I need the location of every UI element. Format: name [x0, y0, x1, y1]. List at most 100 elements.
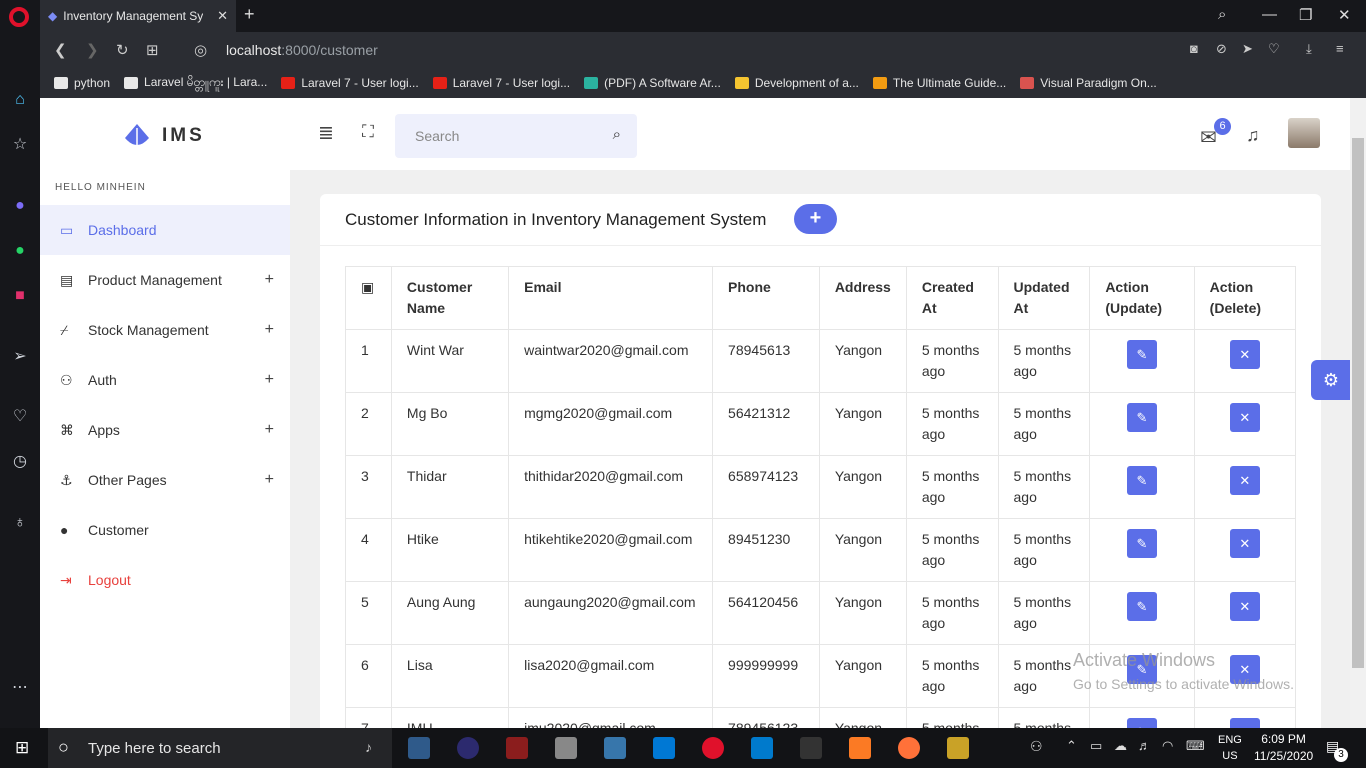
menu-lines-icon[interactable]: ≡	[1336, 41, 1344, 56]
language-indicator[interactable]: ENG US	[1218, 732, 1242, 764]
cloud-icon[interactable]: ☁	[1114, 738, 1127, 754]
page-scrollbar[interactable]	[1350, 98, 1366, 728]
netbeans-icon[interactable]	[408, 737, 430, 759]
heart-icon[interactable]: ♡	[1268, 41, 1280, 57]
windows-start-icon[interactable]: ⊞	[15, 738, 29, 758]
browser-search-icon[interactable]: ⌕	[1218, 6, 1226, 23]
delete-button[interactable]: ✕	[1229, 466, 1260, 495]
sidebar-item-other-pages[interactable]: ⚓ Other Pages +	[40, 455, 290, 505]
add-customer-button[interactable]: +	[794, 204, 837, 234]
wifi-icon[interactable]: ◠	[1162, 738, 1173, 754]
sidebar-item-customer[interactable]: ● Customer	[40, 505, 290, 555]
bookmark-item[interactable]: Laravel 7 - User logi...	[432, 76, 570, 90]
send-icon[interactable]: ➤	[1242, 41, 1253, 57]
edit-button[interactable]: ✎	[1126, 403, 1157, 432]
taskbar-clock[interactable]: 6:09 PM 11/25/2020	[1254, 731, 1313, 765]
opera-logo-icon[interactable]	[9, 7, 29, 27]
tab-close-icon[interactable]: ✕	[217, 8, 228, 24]
settings-gear-button[interactable]: ⚙	[1311, 360, 1350, 400]
keyboard-icon[interactable]: ⌨	[1186, 738, 1205, 754]
delete-button[interactable]: ✕	[1229, 529, 1260, 558]
delete-button[interactable]: ✕	[1229, 403, 1260, 432]
people-icon[interactable]: ⚇	[1030, 738, 1043, 755]
delete-button[interactable]: ✕	[1229, 592, 1260, 621]
python-icon[interactable]	[604, 737, 626, 759]
whatsapp-icon[interactable]: ●	[10, 241, 30, 261]
instagram-icon[interactable]: ■	[10, 286, 30, 306]
bookmark-item[interactable]: The Ultimate Guide...	[872, 76, 1006, 90]
app-logo[interactable]: IMS	[122, 122, 205, 150]
cell-no: 1	[345, 329, 392, 393]
url-field[interactable]: localhost:8000/customer	[226, 42, 378, 58]
edit-button[interactable]: ✎	[1126, 529, 1157, 558]
lightbulb-icon[interactable]: ♁	[10, 513, 30, 533]
maximize-icon[interactable]: ❐	[1299, 6, 1312, 24]
forward-icon[interactable]: ❯	[86, 41, 99, 59]
edit-button[interactable]: ✎	[1126, 466, 1157, 495]
download-icon[interactable]: ⤓	[1306, 41, 1312, 57]
minimize-icon[interactable]: —	[1262, 6, 1277, 23]
opera-taskbar-icon[interactable]	[702, 737, 724, 759]
flow-icon[interactable]: ➢	[10, 347, 30, 367]
bookmark-item[interactable]: Laravel မိတ္တူကူး | Lara...	[124, 74, 267, 92]
expand-plus-icon[interactable]: +	[265, 371, 274, 389]
microphone-icon[interactable]: ♪	[365, 739, 372, 755]
adblock-icon[interactable]: ⊘	[1216, 41, 1227, 57]
bookmark-item[interactable]: python	[54, 76, 110, 90]
expand-plus-icon[interactable]: +	[265, 321, 274, 339]
back-icon[interactable]: ❮	[54, 41, 67, 59]
edit-button[interactable]: ✎	[1126, 592, 1157, 621]
network-app-icon[interactable]	[506, 737, 528, 759]
eclipse-icon[interactable]	[457, 737, 479, 759]
bookmark-item[interactable]: Development of a...	[734, 76, 859, 90]
expand-plus-icon[interactable]: +	[265, 271, 274, 289]
mysql-icon[interactable]	[800, 737, 822, 759]
firefox-icon[interactable]	[898, 737, 920, 759]
edit-button[interactable]: ✎	[1126, 340, 1157, 369]
bookmark-item[interactable]: Laravel 7 - User logi...	[281, 76, 419, 90]
delete-button[interactable]: ✕	[1229, 340, 1260, 369]
new-tab-button[interactable]: +	[244, 4, 255, 25]
tray-chevron-icon[interactable]: ⌃	[1066, 738, 1077, 754]
expand-plus-icon[interactable]: +	[265, 471, 274, 489]
edit-button[interactable]: ✎	[1126, 718, 1157, 728]
reload-icon[interactable]: ↻	[116, 41, 129, 59]
avatar[interactable]	[1288, 118, 1320, 148]
hamburger-icon[interactable]: ≣	[318, 122, 334, 145]
expand-plus-icon[interactable]: +	[265, 421, 274, 439]
sidebar-item-dashboard[interactable]: ▭ Dashboard	[40, 205, 290, 255]
sidebar-item-product-management[interactable]: ▤ Product Management +	[40, 255, 290, 305]
scrollbar-thumb[interactable]	[1352, 138, 1364, 668]
camera-icon[interactable]: ◙	[1190, 41, 1198, 56]
vscode-icon[interactable]	[751, 737, 773, 759]
sidebar-item-stock-management[interactable]: ⌿ Stock Management +	[40, 305, 290, 355]
search-input[interactable]	[395, 114, 585, 158]
more-icon[interactable]: ⋯	[10, 678, 30, 698]
database-icon[interactable]	[555, 737, 577, 759]
browser-tab[interactable]: ◆ Inventory Management Sys ✕	[40, 0, 236, 32]
speed-dial-icon[interactable]: ⊞	[146, 41, 159, 59]
delete-button[interactable]: ✕	[1229, 718, 1260, 728]
search-icon[interactable]: ⌕	[613, 126, 621, 143]
volume-icon[interactable]: ♬	[1138, 738, 1151, 753]
home-icon[interactable]: ⌂	[10, 90, 30, 110]
history-icon[interactable]: ◷	[10, 452, 30, 472]
paint-icon[interactable]	[947, 737, 969, 759]
favorites-heart-icon[interactable]: ♡	[10, 407, 30, 427]
sidebar-item-apps[interactable]: ⌘ Apps +	[40, 405, 290, 455]
close-window-icon[interactable]: ✕	[1338, 6, 1351, 24]
xampp-icon[interactable]	[849, 737, 871, 759]
star-icon[interactable]: ☆	[10, 135, 30, 155]
sidebar-item-auth[interactable]: ⚇ Auth +	[40, 355, 290, 405]
cortana-icon[interactable]: ○	[58, 737, 69, 758]
window-app-icon[interactable]	[653, 737, 675, 759]
taskbar-search-input[interactable]: Type here to search	[88, 740, 221, 757]
sidebar-item-logout[interactable]: ⇥ Logout	[40, 555, 290, 605]
bookmark-item[interactable]: (PDF) A Software Ar...	[584, 76, 721, 90]
battery-icon[interactable]: ▭	[1090, 738, 1102, 754]
messenger-icon[interactable]: ●	[10, 196, 30, 216]
bookmark-item[interactable]: Visual Paradigm On...	[1020, 76, 1157, 90]
cell-created: 5 months ago	[905, 707, 999, 728]
bell-icon[interactable]: ♫	[1246, 125, 1260, 146]
fullscreen-icon[interactable]: ⛶	[362, 122, 374, 142]
